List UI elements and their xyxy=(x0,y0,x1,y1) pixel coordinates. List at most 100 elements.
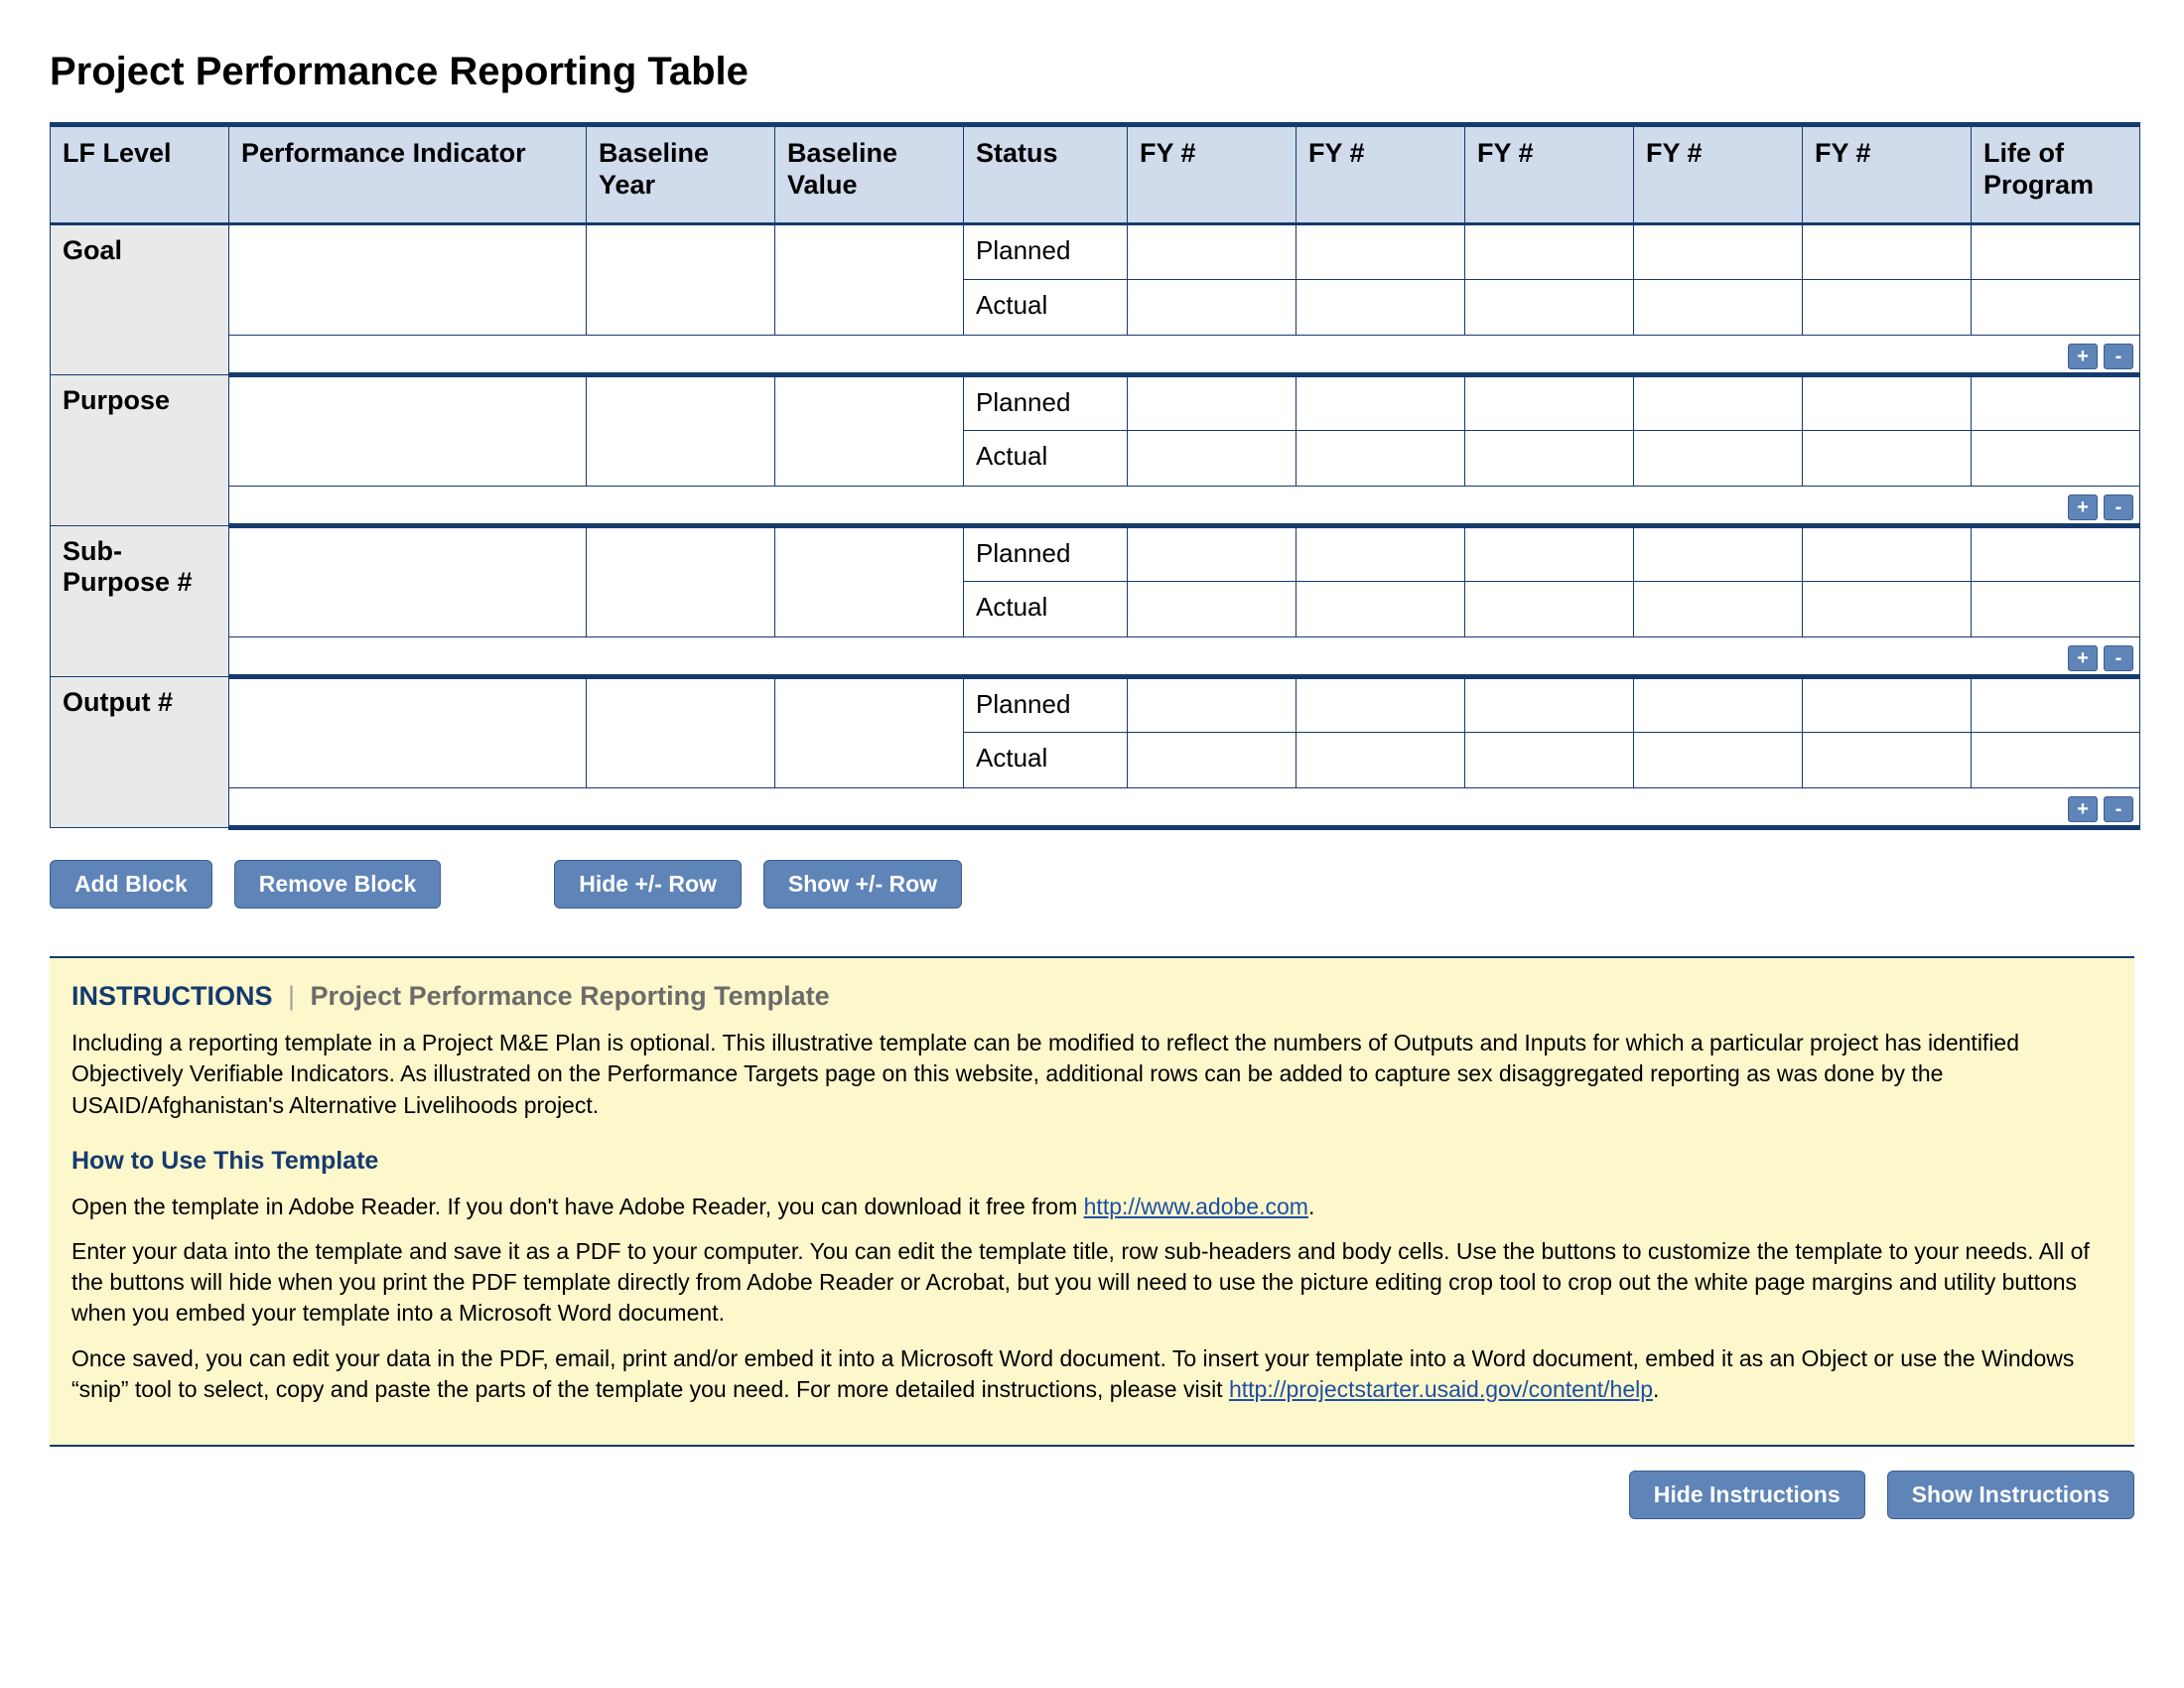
minus-button[interactable]: - xyxy=(2104,494,2133,520)
cell-pi[interactable] xyxy=(229,224,587,336)
value-cell[interactable] xyxy=(1634,280,1803,336)
value-cell[interactable] xyxy=(1465,677,1634,733)
value-cell[interactable] xyxy=(1803,280,1972,336)
plus-button[interactable]: + xyxy=(2068,494,2098,520)
value-cell[interactable] xyxy=(1634,677,1803,733)
value-cell[interactable] xyxy=(1297,677,1465,733)
value-cell[interactable] xyxy=(1972,677,2140,733)
value-cell[interactable] xyxy=(1465,526,1634,582)
cell-pi[interactable] xyxy=(229,526,587,637)
col-fy1: FY # xyxy=(1128,125,1297,224)
value-cell[interactable] xyxy=(1465,431,1634,487)
value-cell[interactable] xyxy=(1297,431,1465,487)
status-actual: Actual xyxy=(964,582,1128,637)
value-cell[interactable] xyxy=(1972,375,2140,431)
status-planned: Planned xyxy=(964,526,1128,582)
pm-row: +- xyxy=(51,487,2140,526)
value-cell[interactable] xyxy=(1634,733,1803,788)
hide-instructions-button[interactable]: Hide Instructions xyxy=(1629,1471,1865,1519)
value-cell[interactable] xyxy=(1128,677,1297,733)
cell-bv[interactable] xyxy=(775,526,964,637)
value-cell[interactable] xyxy=(1634,582,1803,637)
status-actual: Actual xyxy=(964,280,1128,336)
value-cell[interactable] xyxy=(1803,431,1972,487)
plus-button[interactable]: + xyxy=(2068,796,2098,822)
value-cell[interactable] xyxy=(1972,224,2140,280)
col-fy5: FY # xyxy=(1803,125,1972,224)
value-cell[interactable] xyxy=(1803,224,1972,280)
status-actual: Actual xyxy=(964,431,1128,487)
instructions-heading: INSTRUCTIONS xyxy=(71,981,273,1011)
instructions-separator: | xyxy=(288,981,295,1011)
col-fy2: FY # xyxy=(1297,125,1465,224)
value-cell[interactable] xyxy=(1465,224,1634,280)
value-cell[interactable] xyxy=(1634,224,1803,280)
cell-by[interactable] xyxy=(587,526,775,637)
value-cell[interactable] xyxy=(1465,733,1634,788)
value-cell[interactable] xyxy=(1634,431,1803,487)
plus-button[interactable]: + xyxy=(2068,344,2098,369)
instructions-p4: Once saved, you can edit your data in th… xyxy=(71,1343,2113,1405)
value-cell[interactable] xyxy=(1972,431,2140,487)
cell-pi[interactable] xyxy=(229,375,587,487)
cell-bv[interactable] xyxy=(775,677,964,788)
value-cell[interactable] xyxy=(1803,677,1972,733)
add-block-button[interactable]: Add Block xyxy=(50,860,212,909)
adobe-link[interactable]: http://www.adobe.com xyxy=(1084,1194,1308,1219)
value-cell[interactable] xyxy=(1972,733,2140,788)
cell-by[interactable] xyxy=(587,677,775,788)
lf-level-cell[interactable]: Sub-Purpose # xyxy=(51,526,229,677)
status-planned: Planned xyxy=(964,677,1128,733)
minus-button[interactable]: - xyxy=(2104,645,2133,671)
cell-bv[interactable] xyxy=(775,224,964,336)
value-cell[interactable] xyxy=(1297,375,1465,431)
value-cell[interactable] xyxy=(1297,733,1465,788)
lf-level-cell[interactable]: Goal xyxy=(51,224,229,375)
table-header-row: LF Level Performance Indicator Baseline … xyxy=(51,125,2140,224)
value-cell[interactable] xyxy=(1297,582,1465,637)
value-cell[interactable] xyxy=(1128,375,1297,431)
lf-level-cell[interactable]: Output # xyxy=(51,677,229,828)
cell-by[interactable] xyxy=(587,375,775,487)
instructions-subheading: Project Performance Reporting Template xyxy=(311,981,830,1011)
minus-button[interactable]: - xyxy=(2104,344,2133,369)
cell-by[interactable] xyxy=(587,224,775,336)
col-baseline-value: Baseline Value xyxy=(775,125,964,224)
plus-button[interactable]: + xyxy=(2068,645,2098,671)
value-cell[interactable] xyxy=(1128,582,1297,637)
hide-pm-row-button[interactable]: Hide +/- Row xyxy=(554,860,742,909)
value-cell[interactable] xyxy=(1128,526,1297,582)
value-cell[interactable] xyxy=(1634,375,1803,431)
col-status: Status xyxy=(964,125,1128,224)
value-cell[interactable] xyxy=(1297,280,1465,336)
value-cell[interactable] xyxy=(1803,375,1972,431)
cell-pi[interactable] xyxy=(229,677,587,788)
minus-button[interactable]: - xyxy=(2104,796,2133,822)
value-cell[interactable] xyxy=(1803,582,1972,637)
help-link[interactable]: http://projectstarter.usaid.gov/content/… xyxy=(1229,1376,1653,1402)
page-title: Project Performance Reporting Table xyxy=(50,50,2134,94)
value-cell[interactable] xyxy=(1128,224,1297,280)
lf-level-cell[interactable]: Purpose xyxy=(51,375,229,526)
value-cell[interactable] xyxy=(1297,224,1465,280)
value-cell[interactable] xyxy=(1128,431,1297,487)
value-cell[interactable] xyxy=(1803,733,1972,788)
value-cell[interactable] xyxy=(1803,526,1972,582)
toolbar: Add Block Remove Block Hide +/- Row Show… xyxy=(50,860,2134,909)
show-instructions-button[interactable]: Show Instructions xyxy=(1887,1471,2134,1519)
value-cell[interactable] xyxy=(1972,526,2140,582)
value-cell[interactable] xyxy=(1972,582,2140,637)
col-lf-level: LF Level xyxy=(51,125,229,224)
value-cell[interactable] xyxy=(1297,526,1465,582)
value-cell[interactable] xyxy=(1465,582,1634,637)
value-cell[interactable] xyxy=(1465,375,1634,431)
value-cell[interactable] xyxy=(1972,280,2140,336)
cell-bv[interactable] xyxy=(775,375,964,487)
show-pm-row-button[interactable]: Show +/- Row xyxy=(763,860,962,909)
pm-row: +- xyxy=(51,336,2140,375)
value-cell[interactable] xyxy=(1128,280,1297,336)
value-cell[interactable] xyxy=(1634,526,1803,582)
value-cell[interactable] xyxy=(1128,733,1297,788)
value-cell[interactable] xyxy=(1465,280,1634,336)
remove-block-button[interactable]: Remove Block xyxy=(234,860,442,909)
